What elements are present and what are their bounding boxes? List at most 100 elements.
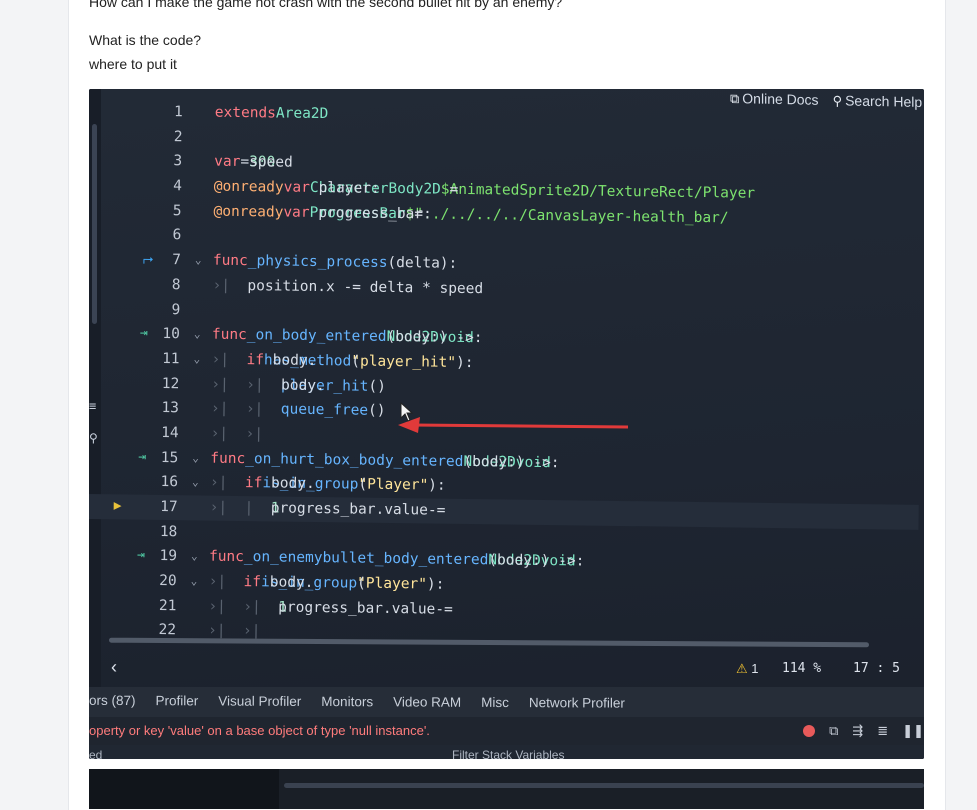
online-docs-link[interactable]: ⧉ Online Docs xyxy=(730,89,819,108)
code-token: ›| xyxy=(211,351,247,368)
tab-errors[interactable]: ors (87) xyxy=(89,692,146,707)
filter-stack-variables-input[interactable]: Filter Stack Variables xyxy=(452,748,564,759)
step-over-icon[interactable]: ⇶ xyxy=(852,717,863,745)
code-editor: ≡ ⚲ ⧉ Online Docs ⚲ Search Help 1 extends A… xyxy=(89,89,924,739)
override-icon[interactable]: ⮣ xyxy=(143,248,154,273)
code-lines[interactable]: 1 extends Area2D 2 3 var speed = 300 4 @onread… xyxy=(89,99,924,653)
code-token: ): xyxy=(426,576,445,593)
code-text: ›| if body. has_method("player_hit"): xyxy=(211,348,473,376)
code-text: ›| if body. is_in_group("Player"): xyxy=(210,471,446,499)
line-number[interactable]: 3 xyxy=(142,149,182,174)
signal-connection-icon[interactable]: ⇥ xyxy=(137,544,145,569)
fold-chevron-icon[interactable]: ⌄ xyxy=(194,323,201,348)
code-text: ›| ›| queue_free() xyxy=(211,397,386,424)
code-token: = xyxy=(405,205,432,223)
fold-chevron-icon[interactable]: ⌄ xyxy=(193,347,201,372)
signal-connection-icon[interactable]: ⇥ xyxy=(138,445,146,470)
tab-video-ram[interactable]: Video RAM xyxy=(383,694,471,709)
fold-chevron-icon[interactable]: ⌄ xyxy=(191,569,198,594)
chevron-left-icon[interactable]: ‹ xyxy=(111,657,117,678)
line-number[interactable]: 1 xyxy=(143,100,183,125)
error-message: operty or key 'value' on a base object o… xyxy=(89,723,430,738)
code-token: progress_bar.value-= xyxy=(270,500,446,519)
code-token: body. xyxy=(260,574,314,592)
line-number[interactable]: 6 xyxy=(141,223,181,248)
tab-monitors[interactable]: Monitors xyxy=(311,693,383,709)
code-token: extends xyxy=(214,104,277,122)
line-number[interactable]: 15 xyxy=(146,445,179,470)
breakpoint-arrow-icon[interactable]: ▶ xyxy=(114,494,122,519)
search-help-icon: ⚲ xyxy=(832,92,842,108)
line-number[interactable]: 16 xyxy=(138,470,178,495)
post-line-where: where to put it xyxy=(89,56,177,72)
line-number[interactable]: 9 xyxy=(140,297,180,322)
second-screenshot-image[interactable] xyxy=(89,769,924,809)
cursor-position: 17 : 5 xyxy=(853,661,900,676)
code-token: ›| ›| xyxy=(210,425,264,443)
zoom-level[interactable]: 114 % xyxy=(782,661,821,676)
code-token: @onready xyxy=(213,203,284,221)
line-number[interactable]: 14 xyxy=(138,421,179,446)
signal-connection-icon[interactable]: ⇥ xyxy=(140,322,148,347)
warning-icon: ⚠ xyxy=(736,661,748,676)
post-question: How can I make the game not crash with t… xyxy=(89,0,563,10)
copy-icon[interactable]: ⧉ xyxy=(829,717,838,745)
line-number[interactable]: 17 xyxy=(138,495,178,520)
code-text: ›| if body. is_in_group("Player"): xyxy=(209,570,445,598)
code-token: progress_bar.value-= xyxy=(278,599,453,618)
line-number[interactable]: 11 xyxy=(139,347,180,372)
fold-chevron-icon[interactable]: ⌄ xyxy=(191,545,198,570)
line-number[interactable]: 7 xyxy=(149,248,181,273)
search-help-link[interactable]: ⚲ Search Help xyxy=(832,92,922,111)
warning-count[interactable]: ⚠ 1 xyxy=(736,661,759,677)
code-text: var speed = 300 xyxy=(214,150,293,176)
code-text: extends Area2D xyxy=(215,101,329,127)
code-token: func xyxy=(210,450,246,467)
line-number[interactable]: 2 xyxy=(142,124,183,149)
code-token: () xyxy=(367,402,386,420)
code-token: : xyxy=(473,330,483,347)
tab-profiler[interactable]: Profiler xyxy=(145,693,208,708)
line-number[interactable]: 8 xyxy=(140,273,181,298)
record-icon[interactable] xyxy=(803,725,816,737)
code-text: ›| ›| progress_bar.value-= 1 xyxy=(208,594,453,620)
second-image-dark-panel xyxy=(89,769,279,809)
tab-network-profiler[interactable]: Network Profiler xyxy=(519,695,635,711)
fold-chevron-icon[interactable]: ⌄ xyxy=(192,446,199,471)
code-token: = xyxy=(440,181,468,199)
line-number[interactable]: 4 xyxy=(142,174,182,199)
line-number[interactable]: 5 xyxy=(141,198,182,223)
code-token: position.x -= delta * speed xyxy=(247,277,484,297)
line-number[interactable]: 18 xyxy=(137,519,178,544)
tab-misc[interactable]: Misc xyxy=(471,694,519,709)
code-text: func _on_body_entered (body: Node2D) -> v… xyxy=(211,323,483,351)
screenshot-image[interactable]: ≡ ⚲ ⧉ Online Docs ⚲ Search Help 1 extends A… xyxy=(89,89,924,759)
code-token: (delta): xyxy=(387,255,458,272)
fold-chevron-icon[interactable]: ⌄ xyxy=(195,249,202,274)
code-token: () xyxy=(368,378,386,395)
line-number[interactable]: 21 xyxy=(136,593,177,618)
online-docs-label: Online Docs xyxy=(742,89,819,108)
fold-chevron-icon[interactable]: ⌄ xyxy=(192,471,199,496)
line-number[interactable]: 20 xyxy=(137,569,177,594)
code-token: : xyxy=(550,454,560,471)
code-token: body. xyxy=(263,352,317,369)
filter-row: ed Filter Stack Variables xyxy=(89,745,924,759)
code-token: func xyxy=(211,326,247,344)
code-token: ›| | xyxy=(209,499,271,517)
search-help-label: Search Help xyxy=(844,91,922,110)
line-number[interactable]: 10 xyxy=(148,322,180,347)
line-number[interactable]: 13 xyxy=(139,396,179,421)
code-token: body. xyxy=(281,377,325,394)
pause-icon[interactable]: ❚❚ xyxy=(902,717,924,745)
tab-visual-profiler[interactable]: Visual Profiler xyxy=(208,693,311,709)
step-into-icon[interactable]: ≣ xyxy=(877,717,888,745)
code-token: body. xyxy=(262,475,315,493)
line-number[interactable]: 12 xyxy=(139,371,180,396)
line-number[interactable]: 19 xyxy=(145,544,177,569)
